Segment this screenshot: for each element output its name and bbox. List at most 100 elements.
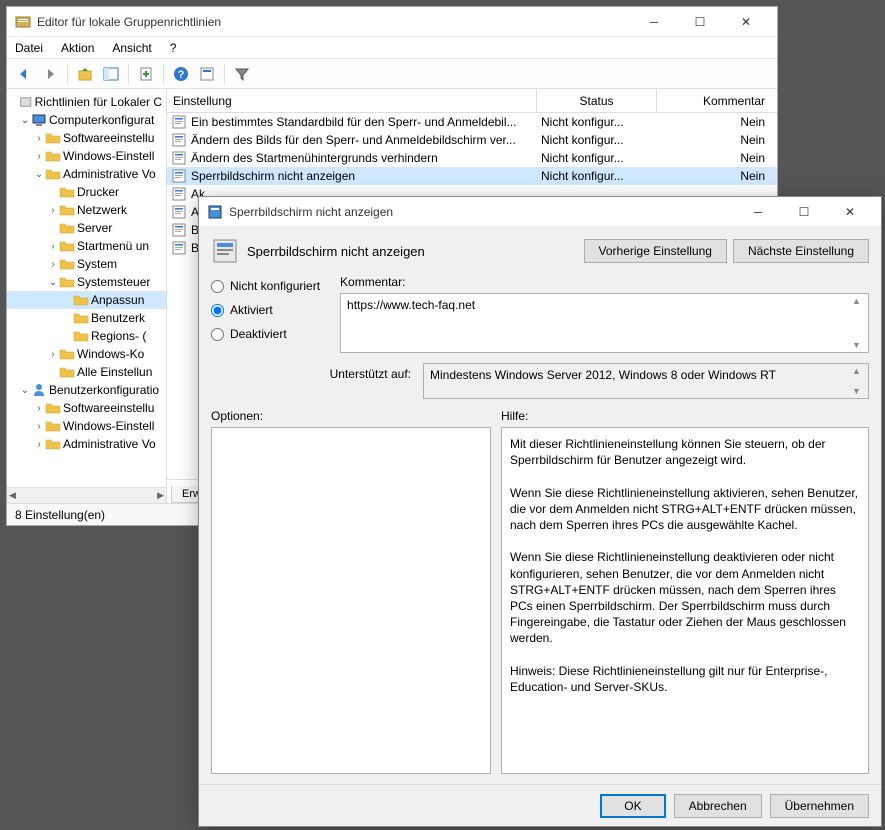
setting-item-icon: [171, 150, 187, 166]
radio-not-configured[interactable]: Nicht konfiguriert: [211, 279, 320, 293]
setting-dialog: Sperrbildschirm nicht anzeigen ─ ☐ ✕ Spe…: [198, 196, 882, 827]
tree-startmenu[interactable]: Startmenü un: [77, 239, 149, 253]
tree-software2[interactable]: Softwareeinstellu: [63, 401, 154, 415]
dialog-close-button[interactable]: ✕: [827, 198, 873, 226]
ok-button[interactable]: OK: [600, 794, 665, 818]
tree-user[interactable]: Benutzerkonfiguratio: [49, 383, 159, 397]
tree-wincomponents[interactable]: Windows-Ko: [77, 347, 144, 361]
tree-personalization[interactable]: Anpassun: [91, 293, 144, 307]
tree-windows2[interactable]: Windows-Einstell: [63, 419, 154, 433]
options-box: [211, 427, 491, 774]
tree-admin1[interactable]: Administrative Vo: [63, 167, 156, 181]
help-label: Hilfe:: [501, 409, 869, 423]
tree-network[interactable]: Netzwerk: [77, 203, 127, 217]
dialog-icon: [207, 204, 223, 220]
dialog-title: Sperrbildschirm nicht anzeigen: [229, 205, 735, 219]
back-button[interactable]: [13, 63, 35, 85]
setting-item-icon: [211, 237, 239, 265]
apply-button[interactable]: Übernehmen: [770, 794, 869, 818]
maximize-button[interactable]: ☐: [677, 8, 723, 36]
setting-row[interactable]: Ein bestimmtes Standardbild für den Sper…: [167, 113, 777, 131]
prev-setting-button[interactable]: Vorherige Einstellung: [584, 239, 727, 263]
menu-action[interactable]: Aktion: [59, 39, 96, 57]
setting-item-icon: [171, 204, 187, 220]
setting-item-icon: [171, 186, 187, 202]
up-button[interactable]: [74, 63, 96, 85]
menu-view[interactable]: Ansicht: [110, 39, 153, 57]
minimize-button[interactable]: ─: [631, 8, 677, 36]
supported-textbox: Mindestens Windows Server 2012, Windows …: [423, 363, 869, 399]
setting-item-icon: [171, 240, 187, 256]
help-button[interactable]: ?: [170, 63, 192, 85]
tree-useraccounts[interactable]: Benutzerk: [91, 311, 145, 325]
tree-regions[interactable]: Regions- (: [91, 329, 146, 343]
app-icon: [15, 14, 31, 30]
folder-icon: [59, 238, 75, 254]
properties-button[interactable]: [196, 63, 218, 85]
folder-icon: [59, 346, 75, 362]
menu-file[interactable]: Datei: [13, 39, 45, 57]
tree-system[interactable]: System: [77, 257, 117, 271]
tree-computer[interactable]: Computerkonfigurat: [49, 113, 154, 127]
folder-icon: [45, 148, 61, 164]
tree-server[interactable]: Server: [77, 221, 112, 235]
dialog-titlebar: Sperrbildschirm nicht anzeigen ─ ☐ ✕: [199, 197, 881, 227]
col-setting[interactable]: Einstellung: [167, 89, 537, 112]
dialog-heading: Sperrbildschirm nicht anzeigen: [247, 244, 578, 259]
col-status[interactable]: Status: [537, 89, 657, 112]
svg-text:?: ?: [178, 69, 185, 81]
show-hide-tree-button[interactable]: [100, 63, 122, 85]
main-titlebar: Editor für lokale Gruppenrichtlinien ─ ☐…: [7, 7, 777, 37]
status-text: 8 Einstellung(en): [15, 508, 105, 522]
setting-row[interactable]: Ändern des Bilds für den Sperr- und Anme…: [167, 131, 777, 149]
folder-icon: [73, 328, 89, 344]
tree-allsettings[interactable]: Alle Einstellun: [77, 365, 152, 379]
setting-item-icon: [171, 222, 187, 238]
setting-row[interactable]: Ändern des Startmenühintergrunds verhind…: [167, 149, 777, 167]
folder-icon: [59, 256, 75, 272]
folder-icon: [45, 400, 61, 416]
tree-admin2[interactable]: Administrative Vo: [63, 437, 156, 451]
folder-icon: [45, 418, 61, 434]
setting-item-icon: [171, 132, 187, 148]
tree-root[interactable]: Richtlinien für Lokaler C: [35, 95, 162, 109]
folder-icon: [45, 166, 61, 182]
dialog-maximize-button[interactable]: ☐: [781, 198, 827, 226]
folder-icon: [73, 292, 89, 308]
tree-windows1[interactable]: Windows-Einstell: [63, 149, 154, 163]
comment-textbox[interactable]: https://www.tech-faq.net ▲▼: [340, 293, 869, 353]
setting-item-icon: [171, 168, 187, 184]
dialog-minimize-button[interactable]: ─: [735, 198, 781, 226]
export-button[interactable]: [135, 63, 157, 85]
computer-icon: [31, 112, 47, 128]
tree-software1[interactable]: Softwareeinstellu: [63, 131, 154, 145]
filter-button[interactable]: [231, 63, 253, 85]
scroll-down-icon[interactable]: ▼: [852, 340, 866, 350]
folder-icon: [59, 202, 75, 218]
folder-icon: [59, 364, 75, 380]
close-button[interactable]: ✕: [723, 8, 769, 36]
scroll-down-icon[interactable]: ▼: [852, 386, 866, 396]
options-label: Optionen:: [211, 409, 491, 423]
folder-icon: [59, 220, 75, 236]
scroll-up-icon[interactable]: ▲: [852, 366, 866, 376]
policy-root-icon: [19, 94, 32, 110]
tree-hscroll[interactable]: ◀▶: [7, 487, 166, 503]
radio-enabled[interactable]: Aktiviert: [211, 303, 320, 317]
setting-item-icon: [171, 114, 187, 130]
scroll-up-icon[interactable]: ▲: [852, 296, 866, 306]
tree-printers[interactable]: Drucker: [77, 185, 119, 199]
setting-row[interactable]: Sperrbildschirm nicht anzeigenNicht konf…: [167, 167, 777, 185]
menu-help[interactable]: ?: [168, 39, 179, 57]
tree-controlpanel[interactable]: Systemsteuer: [77, 275, 150, 289]
folder-icon: [45, 130, 61, 146]
radio-disabled[interactable]: Deaktiviert: [211, 327, 320, 341]
col-comment[interactable]: Kommentar: [657, 89, 777, 112]
cancel-button[interactable]: Abbrechen: [674, 794, 762, 818]
help-box: Mit dieser Richtlinieneinstellung können…: [501, 427, 869, 774]
supported-label: Unterstützt auf:: [211, 363, 411, 381]
comment-label: Kommentar:: [340, 275, 869, 289]
console-tree[interactable]: Richtlinien für Lokaler C ⌄Computerkonfi…: [7, 89, 167, 503]
forward-button[interactable]: [39, 63, 61, 85]
next-setting-button[interactable]: Nächste Einstellung: [733, 239, 869, 263]
